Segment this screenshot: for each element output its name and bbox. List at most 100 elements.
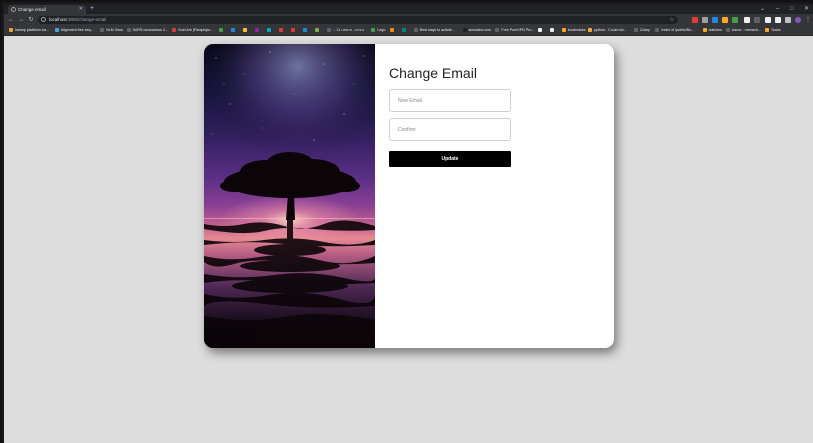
bookmark-favicon-icon: [389, 28, 394, 33]
bookmark-label: Free PureVPN Pro...: [501, 28, 535, 32]
bookmark-item[interactable]: [231, 26, 237, 35]
bookmark-item[interactable]: Index of /public/Bo...: [655, 26, 694, 35]
bookmark-favicon-icon: [537, 28, 542, 33]
bookmark-label: watches: [708, 28, 722, 32]
bookmark-favicon-icon: [279, 28, 284, 33]
puzzle-icon[interactable]: [775, 17, 781, 23]
update-button[interactable]: Update: [389, 151, 511, 167]
bookmark-favicon-icon: [255, 28, 260, 33]
bookmark-label: NLM Virus: [106, 28, 123, 32]
bookmark-favicon-icon: [633, 28, 638, 33]
browser-window: Change email ✕ + ⌄ – □ ✕ ← → ↻ localhost…: [0, 0, 813, 443]
extension-icon[interactable]: [702, 17, 708, 23]
bookmark-label: Alignment free seq...: [60, 28, 94, 32]
browser-toolbar: ← → ↻ localhost:3000/change-email ☆ ⋮: [4, 14, 813, 26]
bookmark-favicon-icon: [702, 28, 707, 33]
bookmark-item[interactable]: Todos: [765, 26, 781, 35]
bookmark-favicon-icon: [54, 28, 59, 33]
bookmark-item[interactable]: [279, 26, 285, 35]
bookmark-item[interactable]: python - Could not...: [588, 26, 627, 35]
bookmark-favicon-icon: [549, 28, 554, 33]
extension-icon[interactable]: [744, 17, 750, 23]
bookmark-favicon-icon: [231, 28, 236, 33]
arrow-left-icon[interactable]: ←: [7, 16, 15, 24]
bookmark-item[interactable]: Best ways to activat...: [413, 26, 455, 35]
bookmark-favicon-icon: [327, 28, 332, 33]
close-window-button[interactable]: ✕: [804, 4, 809, 14]
maximize-button[interactable]: □: [790, 4, 794, 14]
confirm-email-field[interactable]: [389, 118, 511, 141]
bookmark-item[interactable]: [267, 26, 273, 35]
side-panel-icon[interactable]: [785, 17, 791, 23]
bookmark-favicon-icon: [655, 28, 660, 33]
tab-change-email[interactable]: Change email ✕: [8, 5, 86, 14]
bookmark-label: ...ביניים - הרצאה 11: [333, 28, 364, 32]
extension-icon[interactable]: [692, 17, 698, 23]
bookmark-favicon-icon: [588, 28, 593, 33]
bookmark-item[interactable]: Suet Ark (Paraphylo...: [172, 26, 213, 35]
bookmark-label: Lego: [377, 28, 386, 32]
bookmark-item[interactable]: Alignment free seq...: [54, 26, 94, 35]
extension-icon[interactable]: [722, 17, 728, 23]
extension-icon[interactable]: [732, 17, 738, 23]
bookmark-item[interactable]: Aaron - moment...: [725, 26, 761, 35]
tree-night-sky-photo: [204, 44, 375, 348]
bookmark-label: Zulary: [639, 28, 650, 32]
address-bar[interactable]: localhost:3000/change-email ☆: [38, 16, 678, 24]
reload-icon[interactable]: ↻: [27, 16, 35, 24]
close-tab-icon[interactable]: ✕: [79, 5, 83, 14]
bookmark-item[interactable]: [537, 26, 544, 35]
bookmark-label: Best ways to activat...: [419, 28, 455, 32]
bookmark-favicon-icon: [243, 28, 248, 33]
bookmark-item[interactable]: Lego: [371, 26, 385, 35]
avatar[interactable]: [795, 17, 801, 23]
bookmark-item[interactable]: [401, 26, 408, 35]
bookmark-item[interactable]: [291, 26, 297, 35]
globe-icon: [11, 7, 16, 12]
bookmark-favicon-icon: [315, 28, 320, 33]
bookmark-item[interactable]: NLM Virus: [100, 26, 123, 35]
page-title: Change Email: [389, 65, 477, 81]
menu-icon[interactable]: ⋮: [804, 16, 812, 24]
url-path: :3000/change-email: [66, 17, 107, 22]
minimize-button[interactable]: –: [776, 4, 779, 14]
bookmark-item[interactable]: Free PureVPN Pro...: [495, 26, 534, 35]
bookmark-label: simulator.com: [468, 28, 491, 32]
bookmark-item[interactable]: [315, 26, 321, 35]
bookmark-favicon-icon: [371, 28, 376, 33]
bookmark-item[interactable]: [243, 26, 249, 35]
new-email-field[interactable]: [389, 89, 511, 112]
site-info-icon[interactable]: [41, 17, 46, 22]
bookmark-item[interactable]: ...ביניים - הרצאה 11: [327, 26, 364, 35]
arrow-right-icon[interactable]: →: [17, 16, 25, 24]
bookmark-favicon-icon: [9, 28, 13, 33]
new-tab-button[interactable]: +: [90, 4, 94, 14]
extension-icon[interactable]: [765, 17, 771, 23]
tab-search-icon[interactable]: ⌄: [760, 4, 765, 14]
bookmark-favicon-icon: [291, 28, 296, 33]
bookmark-favicon-icon: [765, 28, 769, 33]
bookmark-favicon-icon: [561, 28, 566, 33]
bookmark-favicon-icon: [172, 28, 177, 33]
bookmark-item[interactable]: [255, 26, 261, 35]
url-host: localhost: [49, 17, 67, 22]
tab-title: Change email: [18, 7, 46, 12]
bookmark-favicon-icon: [126, 28, 131, 33]
bookmark-label: python - Could not...: [594, 28, 627, 32]
star-icon[interactable]: ☆: [670, 16, 674, 24]
bookmark-item[interactable]: Zulary: [633, 26, 650, 35]
bookmark-item[interactable]: simulator.com: [462, 26, 491, 35]
bookmark-label: Suet Ark (Paraphylo...: [178, 28, 214, 32]
bookmark-item[interactable]: [219, 26, 225, 35]
bookmark-item[interactable]: hamep plattform ba...: [9, 26, 49, 35]
extension-icon[interactable]: [754, 17, 760, 23]
bookmark-favicon-icon: [303, 28, 308, 33]
bookmark-item[interactable]: [549, 26, 556, 35]
bookmark-item[interactable]: [303, 26, 309, 35]
bookmark-item[interactable]: bookmarks: [561, 26, 585, 35]
bookmark-item[interactable]: watches: [702, 26, 722, 35]
bookmark-item[interactable]: [389, 26, 396, 35]
tree-illustration: [204, 44, 375, 348]
bookmark-item[interactable]: SARS coronavirus 2...: [126, 26, 168, 35]
extension-icon[interactable]: [712, 17, 718, 23]
